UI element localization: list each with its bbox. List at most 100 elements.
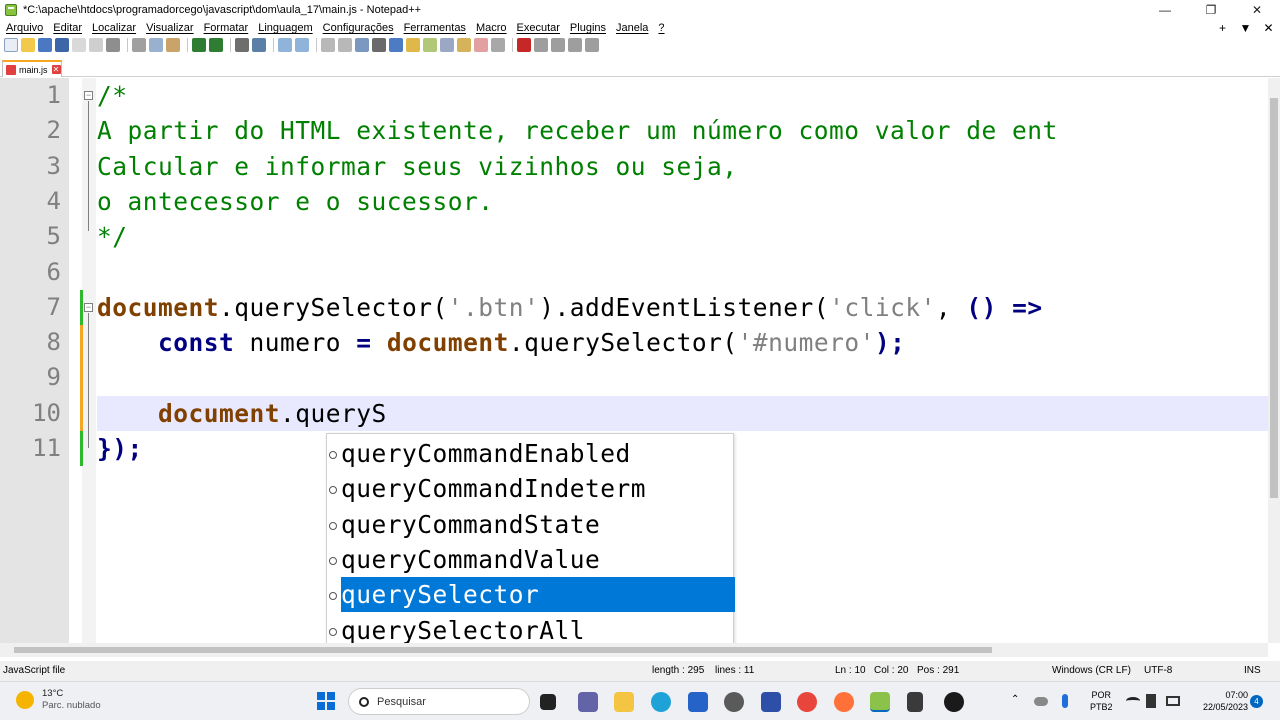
menu-editar[interactable]: Editar	[53, 22, 82, 34]
menu-janela[interactable]: Janela	[616, 22, 648, 34]
scrollbar-thumb[interactable]	[1270, 98, 1278, 498]
autocomplete-item[interactable]: queryCommandValue	[327, 542, 733, 577]
maximize-button[interactable]: ❐	[1188, 0, 1234, 20]
token-object: document	[97, 292, 220, 322]
firefox-icon[interactable]	[834, 692, 854, 712]
close-button[interactable]: ✕	[1234, 0, 1280, 20]
play-macro-icon[interactable]	[551, 38, 565, 52]
minimize-button[interactable]: —	[1142, 0, 1188, 20]
wifi-icon[interactable]	[1126, 697, 1140, 705]
record-macro-icon[interactable]	[517, 38, 531, 52]
autocomplete-item[interactable]: queryCommandState	[327, 507, 733, 542]
menu-formatar[interactable]: Formatar	[204, 22, 249, 34]
print-icon[interactable]	[106, 38, 120, 52]
taskbar-search[interactable]: Pesquisar	[348, 688, 530, 715]
zoom-in-icon[interactable]	[278, 38, 292, 52]
save-all-icon[interactable]	[55, 38, 69, 52]
save-icon[interactable]	[38, 38, 52, 52]
code-text: });	[97, 434, 143, 463]
method-icon	[329, 486, 337, 495]
sync-vertical-icon[interactable]	[321, 38, 335, 52]
weather-temperature: 13°C	[42, 688, 64, 699]
tab-main-js[interactable]: main.js ✕	[2, 60, 62, 77]
vertical-scrollbar[interactable]	[1268, 78, 1280, 643]
microphone-icon[interactable]	[1062, 694, 1068, 708]
folder-workspace-icon[interactable]	[457, 38, 471, 52]
notepadpp-task-icon[interactable]	[870, 692, 890, 712]
close-tab-button[interactable]: ✕	[1257, 21, 1280, 35]
menu-ferramentas[interactable]: Ferramentas	[404, 22, 466, 34]
menu-visualizar[interactable]: Visualizar	[146, 22, 194, 34]
new-file-icon[interactable]	[4, 38, 18, 52]
weather-widget[interactable]: 13°C Parc. nublado	[16, 688, 101, 712]
copy-icon[interactable]	[149, 38, 163, 52]
cut-icon[interactable]	[132, 38, 146, 52]
menu-plugins[interactable]: Plugins	[570, 22, 606, 34]
onedrive-icon[interactable]	[1034, 697, 1048, 706]
chrome-icon[interactable]	[797, 692, 817, 712]
status-column: Col : 20	[874, 665, 909, 676]
method-icon	[329, 627, 337, 636]
horizontal-scrollbar[interactable]	[0, 643, 1268, 657]
store-icon[interactable]	[688, 692, 708, 712]
find-icon[interactable]	[235, 38, 249, 52]
app-q-icon[interactable]	[761, 692, 781, 712]
function-list-icon[interactable]	[440, 38, 454, 52]
undo-icon[interactable]	[192, 38, 206, 52]
paste-icon[interactable]	[166, 38, 180, 52]
redo-icon[interactable]	[209, 38, 223, 52]
close-file-icon[interactable]	[72, 38, 86, 52]
volume-icon[interactable]	[1146, 694, 1156, 708]
battery-icon[interactable]	[1166, 696, 1180, 706]
tab-list-button[interactable]: ▼	[1234, 21, 1257, 35]
autocomplete-popup[interactable]: queryCommandEnabled queryCommandIndeterm…	[326, 433, 735, 649]
app-dark-icon[interactable]	[944, 692, 964, 712]
status-insert-mode[interactable]: INS	[1244, 665, 1261, 676]
task-view-icon[interactable]	[540, 694, 556, 710]
indent-guide-icon[interactable]	[389, 38, 403, 52]
settings-icon[interactable]	[724, 692, 744, 712]
menu-linguagem[interactable]: Linguagem	[258, 22, 312, 34]
input-language[interactable]: POR PTB2	[1090, 689, 1113, 713]
show-all-chars-icon[interactable]	[372, 38, 386, 52]
start-button-icon[interactable]	[317, 692, 335, 710]
close-all-icon[interactable]	[89, 38, 103, 52]
unsaved-file-icon	[6, 64, 16, 75]
word-wrap-icon[interactable]	[355, 38, 369, 52]
token-string: '#numero'	[737, 328, 875, 358]
system-clock[interactable]: 07:00 22/05/2023	[1192, 689, 1248, 713]
run-macro-multiple-icon[interactable]	[568, 38, 582, 52]
menu-configuracoes[interactable]: Configurações	[323, 22, 394, 34]
zoom-out-icon[interactable]	[295, 38, 309, 52]
menu-macro[interactable]: Macro	[476, 22, 507, 34]
tab-close-icon[interactable]: ✕	[51, 65, 61, 74]
replace-icon[interactable]	[252, 38, 266, 52]
pen-tool-icon[interactable]	[907, 692, 923, 712]
scrollbar-thumb[interactable]	[14, 647, 992, 653]
view-icon[interactable]	[491, 38, 505, 52]
autocomplete-item-selected[interactable]: querySelector	[327, 577, 735, 613]
code-text: */	[97, 222, 128, 252]
autocomplete-item[interactable]: queryCommandEnabled	[327, 436, 733, 471]
edge-icon[interactable]	[651, 692, 671, 712]
save-macro-icon[interactable]	[585, 38, 599, 52]
status-encoding[interactable]: UTF-8	[1144, 665, 1172, 676]
menu-help[interactable]: ?	[658, 22, 664, 34]
menu-localizar[interactable]: Localizar	[92, 22, 136, 34]
doc-map-icon[interactable]	[423, 38, 437, 52]
open-file-icon[interactable]	[21, 38, 35, 52]
stop-macro-icon[interactable]	[534, 38, 548, 52]
autocomplete-label: queryCommandIndeterm	[341, 474, 647, 504]
language-icon[interactable]	[406, 38, 420, 52]
status-eol[interactable]: Windows (CR LF)	[1052, 665, 1131, 676]
monitoring-icon[interactable]	[474, 38, 488, 52]
menu-executar[interactable]: Executar	[517, 22, 560, 34]
tray-chevron-up-icon[interactable]: ⌃	[1011, 694, 1019, 705]
menu-arquivo[interactable]: Arquivo	[6, 22, 43, 34]
teams-chat-icon[interactable]	[578, 692, 598, 712]
autocomplete-item[interactable]: queryCommandIndeterm	[327, 471, 733, 506]
notification-badge[interactable]: 4	[1250, 695, 1263, 708]
new-tab-button[interactable]: +	[1211, 21, 1234, 35]
file-explorer-icon[interactable]	[614, 692, 634, 712]
sync-horizontal-icon[interactable]	[338, 38, 352, 52]
